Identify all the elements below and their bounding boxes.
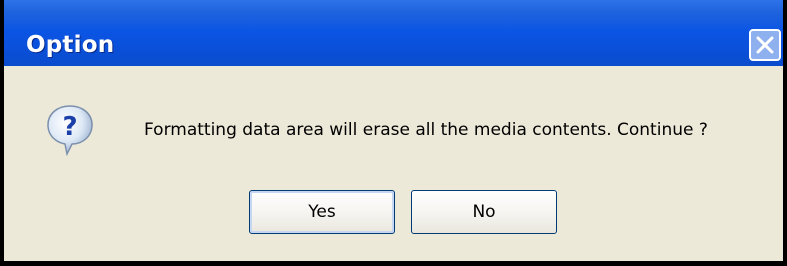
option-dialog: Option ? Formatting data area will erase… bbox=[0, 0, 787, 266]
close-icon bbox=[756, 36, 774, 54]
no-button[interactable]: No bbox=[411, 190, 557, 234]
window-title: Option bbox=[26, 32, 115, 58]
close-button[interactable] bbox=[749, 29, 781, 61]
svg-text:?: ? bbox=[62, 112, 77, 142]
question-icon: ? bbox=[46, 104, 94, 157]
yes-button[interactable]: Yes bbox=[249, 190, 395, 234]
message-text: Formatting data area will erase all the … bbox=[144, 120, 708, 140]
title-bar[interactable]: Option bbox=[4, 0, 783, 66]
dialog-body: ? Formatting data area will erase all th… bbox=[4, 66, 783, 261]
